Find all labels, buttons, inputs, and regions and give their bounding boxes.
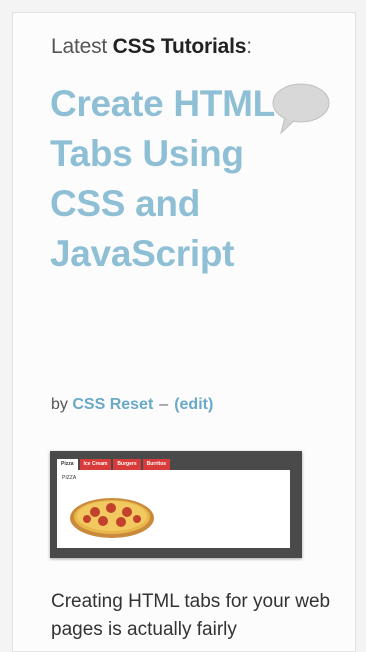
byline-prefix: by xyxy=(51,396,68,413)
post-excerpt: Creating HTML tabs for your web pages is… xyxy=(51,591,331,640)
post-thumbnail[interactable]: Pizza Ice Cream Burgers Burritos PIZZA xyxy=(50,451,302,558)
thumbnail-tabs: Pizza Ice Cream Burgers Burritos xyxy=(57,459,171,470)
section-heading-prefix: Latest xyxy=(51,35,108,58)
thumbnail-tab-ice-cream: Ice Cream xyxy=(79,459,112,470)
edit-link[interactable]: (edit) xyxy=(174,396,213,413)
thumbnail-tab-burgers: Burgers xyxy=(113,459,141,470)
post-card: Latest CSS Tutorials: Create HTML Tabs U… xyxy=(12,12,356,652)
thumbnail-tab-burritos: Burritos xyxy=(142,459,171,470)
post-byline: by CSS Reset – (edit) xyxy=(51,396,213,414)
pizza-image xyxy=(70,498,154,538)
thumbnail-panel: PIZZA xyxy=(57,470,290,548)
thumbnail-panel-label: PIZZA xyxy=(62,475,77,481)
section-heading: Latest CSS Tutorials: xyxy=(51,35,252,59)
section-heading-topic: CSS Tutorials xyxy=(112,35,247,58)
byline-separator: – xyxy=(159,396,169,413)
post-title-link[interactable]: Create HTML Tabs Using CSS and JavaScrip… xyxy=(50,79,280,279)
thumbnail-tab-pizza: Pizza xyxy=(57,459,78,470)
section-heading-suffix: : xyxy=(246,35,252,58)
author-link[interactable]: CSS Reset xyxy=(72,396,153,413)
speech-bubble-icon[interactable] xyxy=(271,81,331,139)
